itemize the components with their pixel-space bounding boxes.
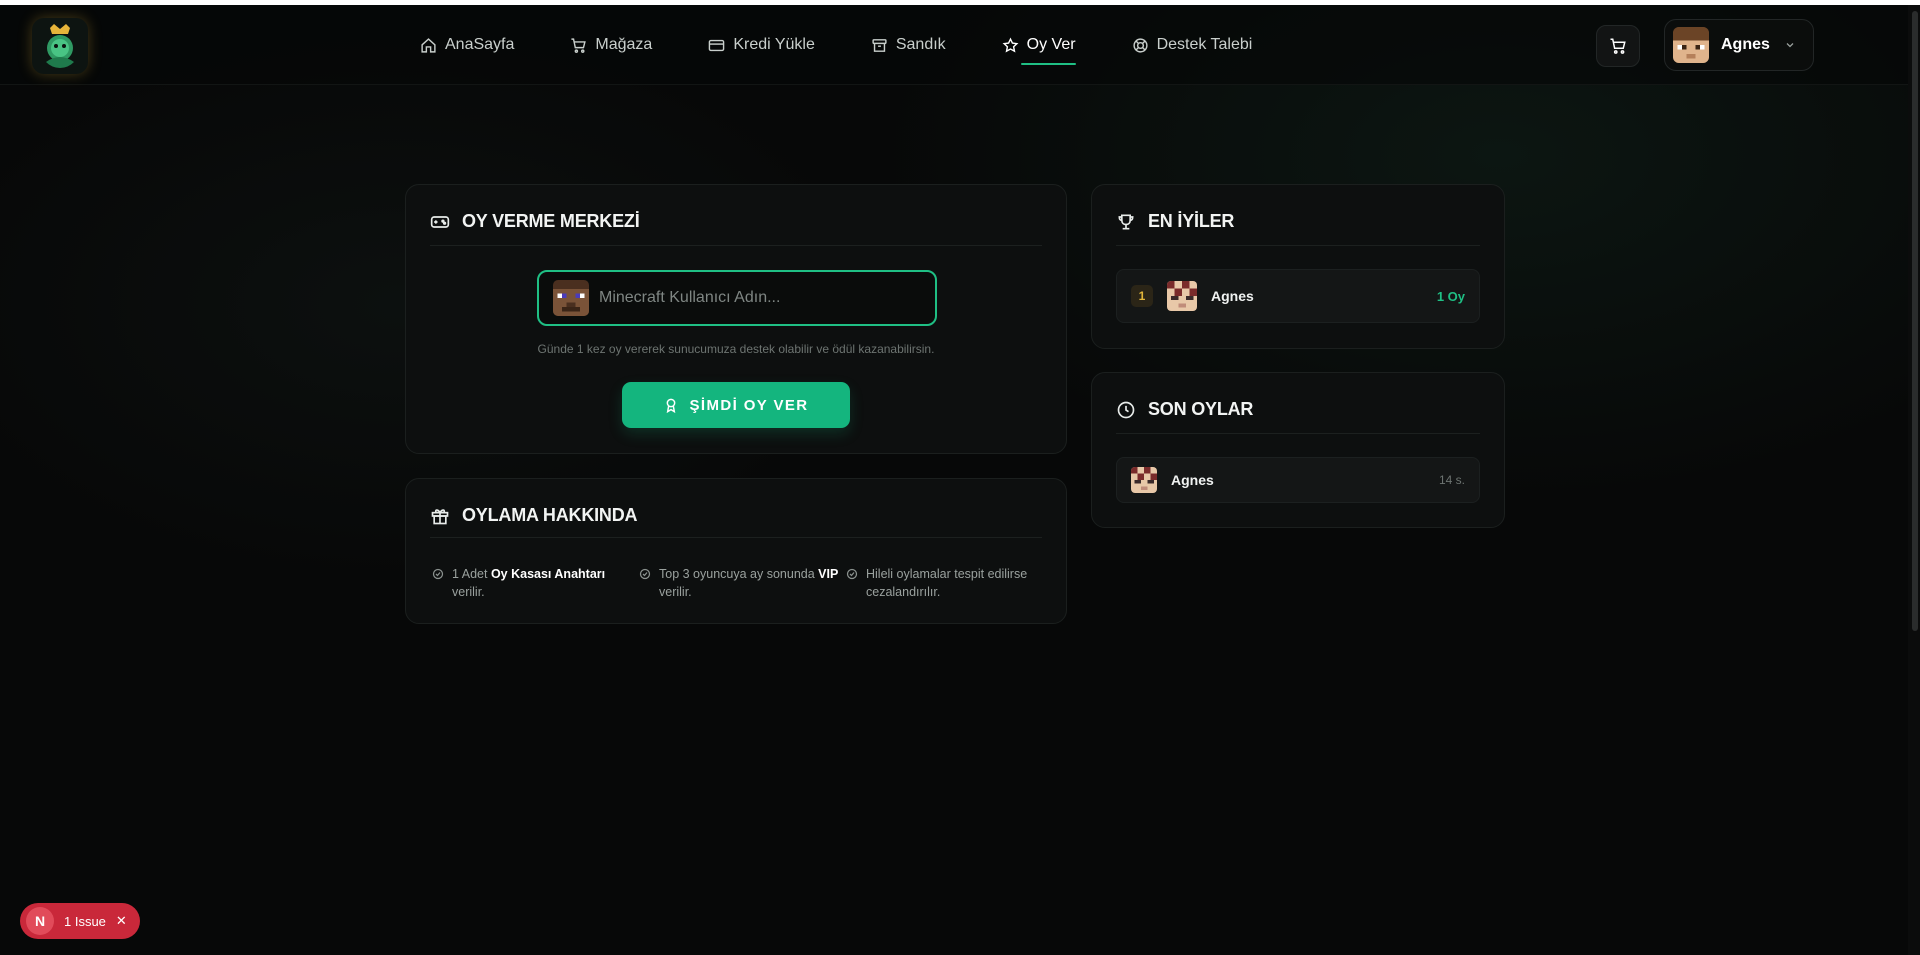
- cart-button[interactable]: [1596, 25, 1640, 67]
- card-header: OY VERME MERKEZİ: [430, 211, 1042, 232]
- vote-center-card: OY VERME MERKEZİ Günde 1 kez oy vererek …: [405, 184, 1067, 454]
- about-text: verilir.: [659, 585, 692, 599]
- gamepad-icon: [430, 215, 450, 228]
- about-list: 1 Adet Oy Kasası Anahtarı verilir. Top 3…: [432, 565, 1053, 601]
- nav-label: Destek Talebi: [1156, 36, 1253, 53]
- nav-label: Oy Ver: [1026, 36, 1076, 53]
- avatar: [1673, 27, 1709, 63]
- site-logo[interactable]: [32, 18, 88, 74]
- divider: [430, 245, 1042, 246]
- nav-home[interactable]: AnaSayfa: [420, 5, 514, 85]
- about-text: 1 Adet: [452, 567, 491, 581]
- vote-hint: Günde 1 kez oy vererek sunucumuza destek…: [537, 342, 935, 356]
- card-title: OY VERME MERKEZİ: [462, 211, 640, 231]
- about-item: Hileli oylamalar tespit edilirse cezalan…: [846, 565, 1053, 601]
- player-name: Agnes: [1171, 472, 1214, 488]
- recent-vote-row[interactable]: Agnes 14 s.: [1116, 457, 1480, 503]
- about-text: Hileli oylamalar tespit edilirse cezalan…: [866, 567, 1028, 599]
- username: Agnes: [1721, 36, 1770, 53]
- nav-support[interactable]: Destek Talebi: [1132, 5, 1253, 85]
- star-icon: [1002, 36, 1019, 52]
- card-header: OYLAMA HAKKINDA: [430, 505, 1042, 526]
- nav-store[interactable]: Mağaza: [570, 5, 652, 85]
- recent-votes-card: SON OYLAR Agnes 14 s.: [1091, 372, 1505, 528]
- divider: [1116, 433, 1480, 434]
- award-icon: [667, 398, 676, 413]
- gift-icon: [431, 508, 449, 524]
- leaderboard-row[interactable]: 1 Agnes 1 Oy: [1116, 269, 1480, 323]
- about-text: verilir.: [452, 585, 485, 599]
- dev-tools-logo: N: [26, 907, 54, 935]
- scrollbar[interactable]: [1908, 5, 1920, 955]
- user-menu-button[interactable]: Agnes: [1664, 19, 1814, 71]
- top-players-card: EN İYİLER 1 Agnes 1 Oy: [1091, 184, 1505, 349]
- logo-emblem-icon: [46, 24, 74, 68]
- username-input-wrapper[interactable]: [537, 270, 937, 326]
- about-item: 1 Adet Oy Kasası Anahtarı verilir.: [432, 565, 639, 601]
- divider: [1116, 245, 1480, 246]
- nav-label: Sandık: [895, 36, 946, 53]
- rank-badge: 1: [1131, 285, 1153, 307]
- cart-icon: [571, 37, 587, 53]
- scrollbar-thumb[interactable]: [1912, 11, 1918, 631]
- about-text-bold: VIP: [818, 567, 839, 581]
- card-title: OYLAMA HAKKINDA: [462, 505, 638, 525]
- cart-icon: [1610, 38, 1626, 54]
- archive-box-icon: [872, 38, 887, 52]
- nav-label: Mağaza: [595, 36, 653, 53]
- check-circle-icon: [432, 568, 444, 580]
- player-head-icon: [1131, 467, 1157, 493]
- nav-label: Kredi Yükle: [733, 36, 815, 53]
- card-title: EN İYİLER: [1148, 211, 1235, 231]
- card-title: SON OYLAR: [1148, 399, 1254, 419]
- site-header: AnaSayfa Mağaza Kredi Yükle Sandık Oy Ve…: [0, 5, 1908, 85]
- chevron-down-icon: [1786, 43, 1794, 48]
- nav-chest[interactable]: Sandık: [871, 5, 946, 85]
- trophy-icon: [1118, 214, 1134, 229]
- nav-credit[interactable]: Kredi Yükle: [708, 5, 815, 85]
- card-header: EN İYİLER: [1116, 211, 1480, 232]
- credit-card-icon: [709, 39, 725, 51]
- player-head-icon: [1167, 281, 1197, 311]
- main-nav: AnaSayfa Mağaza Kredi Yükle Sandık Oy Ve…: [420, 5, 1308, 85]
- about-text-bold: Oy Kasası Anahtarı: [490, 567, 606, 581]
- about-text: Top 3 oyuncuya ay sonunda: [659, 567, 819, 581]
- close-icon[interactable]: ✕: [116, 913, 127, 929]
- check-circle-icon: [639, 568, 651, 580]
- vote-count: 1 Oy: [1436, 288, 1465, 304]
- username-input[interactable]: [599, 289, 919, 307]
- lifebuoy-icon: [1132, 37, 1148, 53]
- player-head-icon: [553, 280, 589, 316]
- about-voting-card: OYLAMA HAKKINDA 1 Adet Oy Kasası Anahtar…: [405, 478, 1067, 624]
- vote-time: 14 s.: [1438, 473, 1465, 487]
- card-header: SON OYLAR: [1116, 399, 1480, 420]
- player-name: Agnes: [1211, 288, 1254, 304]
- nav-vote[interactable]: Oy Ver: [1002, 5, 1076, 85]
- nav-label: AnaSayfa: [445, 36, 515, 53]
- vote-now-label: ŞİMDİ OY VER: [689, 396, 809, 414]
- home-icon: [421, 37, 436, 53]
- issues-badge[interactable]: N 1 Issue ✕: [20, 903, 140, 939]
- issues-label: 1 Issue: [64, 913, 106, 929]
- check-circle-icon: [846, 568, 858, 580]
- clock-icon: [1117, 401, 1135, 418]
- about-item: Top 3 oyuncuya ay sonunda VIP verilir.: [639, 565, 846, 601]
- divider: [430, 537, 1042, 538]
- vote-now-button[interactable]: ŞİMDİ OY VER: [622, 382, 850, 428]
